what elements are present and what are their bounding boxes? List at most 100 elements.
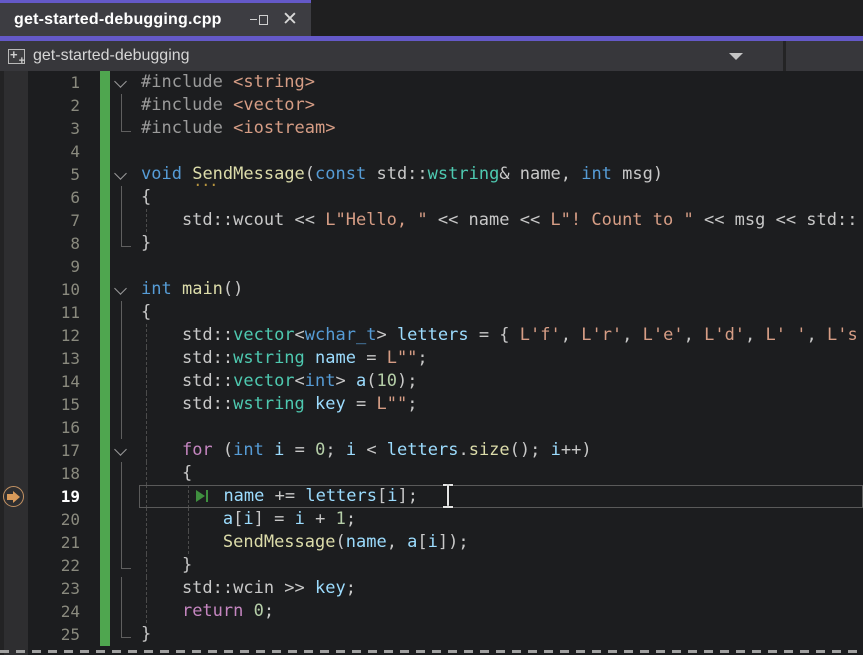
line-glyph-margin[interactable]	[0, 117, 28, 140]
line-number: 12	[28, 324, 100, 347]
code-token: std::	[366, 164, 427, 184]
code-text[interactable]: {	[141, 186, 863, 209]
code-text[interactable]: #include <vector>	[141, 94, 863, 117]
line-glyph-margin[interactable]	[0, 600, 28, 623]
code-token	[172, 279, 182, 299]
line-glyph-margin[interactable]	[0, 278, 28, 301]
close-tab-icon[interactable]: ✕	[279, 9, 301, 31]
line-glyph-margin[interactable]	[0, 255, 28, 278]
navigation-bar[interactable]: get-started-debugging	[0, 41, 863, 71]
line-glyph-margin[interactable]	[0, 554, 28, 577]
indent-guide	[146, 416, 147, 439]
indent-guide	[146, 554, 147, 577]
code-editor[interactable]: 1#include <string>2#include <vector>3#in…	[0, 71, 863, 655]
code-line: 24 return 0;	[0, 600, 863, 623]
collapse-chevron-icon[interactable]	[114, 443, 127, 456]
line-glyph-margin[interactable]	[0, 393, 28, 416]
code-text[interactable]: for (int i = 0; i < letters.size(); i++)	[141, 439, 863, 462]
code-text[interactable]: std::vector<int> a(10);	[141, 370, 863, 393]
outlining-margin[interactable]	[110, 439, 141, 462]
code-text[interactable]: std::wstring key = L"";	[141, 393, 863, 416]
line-glyph-margin[interactable]	[0, 94, 28, 117]
code-token: ,	[561, 325, 581, 345]
outlining-margin	[110, 462, 141, 485]
collapse-chevron-icon[interactable]	[114, 75, 127, 88]
outlining-margin	[110, 255, 141, 278]
line-glyph-margin[interactable]	[0, 623, 28, 646]
code-token: i	[387, 486, 397, 506]
line-glyph-margin[interactable]	[0, 301, 28, 324]
code-token: msg)	[612, 164, 663, 184]
code-text[interactable]: void SendMessage(const std::wstring& nam…	[141, 163, 863, 186]
line-glyph-margin[interactable]	[0, 439, 28, 462]
line-glyph-margin[interactable]	[0, 324, 28, 347]
line-glyph-margin[interactable]	[0, 71, 28, 94]
code-token: const	[315, 164, 366, 184]
line-glyph-margin[interactable]	[0, 508, 28, 531]
chevron-down-icon[interactable]	[729, 53, 743, 60]
outlining-margin	[110, 117, 141, 140]
outlining-margin[interactable]	[110, 163, 141, 186]
collapse-chevron-icon[interactable]	[114, 167, 127, 180]
line-glyph-margin[interactable]	[0, 370, 28, 393]
code-token	[141, 486, 192, 506]
line-glyph-margin[interactable]	[0, 186, 28, 209]
code-token: std::	[141, 371, 233, 391]
code-text[interactable]: #include <string>	[141, 71, 863, 94]
line-glyph-margin[interactable]	[0, 232, 28, 255]
line-number: 22	[28, 554, 100, 577]
code-token: ,	[387, 532, 407, 552]
code-line: 13 std::wstring name = L"";	[0, 347, 863, 370]
indent-guide	[146, 439, 147, 462]
code-token: }	[141, 233, 151, 253]
outlining-margin[interactable]	[110, 71, 141, 94]
outlining-margin	[110, 209, 141, 232]
code-text[interactable]: #include <iostream>	[141, 117, 863, 140]
line-glyph-margin[interactable]	[0, 347, 28, 370]
line-number: 25	[28, 623, 100, 646]
line-glyph-margin[interactable]	[0, 485, 28, 508]
line-glyph-margin[interactable]	[0, 140, 28, 163]
code-text[interactable]: std::wcout << L"Hello, " << name << L"! …	[141, 209, 863, 232]
change-tracking-bar	[100, 577, 110, 600]
code-text[interactable]	[141, 255, 863, 278]
line-glyph-margin[interactable]	[0, 577, 28, 600]
code-text[interactable]: {	[141, 462, 863, 485]
collapse-chevron-icon[interactable]	[114, 282, 127, 295]
line-glyph-margin[interactable]	[0, 462, 28, 485]
code-token	[213, 486, 223, 506]
code-text[interactable]: }	[141, 623, 863, 646]
pin-tab-icon[interactable]	[249, 9, 271, 31]
line-glyph-margin[interactable]	[0, 209, 28, 232]
line-glyph-margin[interactable]	[0, 416, 28, 439]
code-text[interactable]: }	[141, 232, 863, 255]
change-tracking-bar	[100, 209, 110, 232]
code-text[interactable]: return 0;	[141, 600, 863, 623]
line-glyph-margin[interactable]	[0, 163, 28, 186]
code-token: key	[315, 578, 346, 598]
code-text[interactable]: std::wstring name = L"";	[141, 347, 863, 370]
tab-get-started-debugging[interactable]: get-started-debugging.cpp ✕	[0, 0, 311, 36]
outlining-margin[interactable]	[110, 278, 141, 301]
code-token: [	[417, 532, 427, 552]
code-text[interactable]: int main()	[141, 278, 863, 301]
run-to-cursor-icon[interactable]	[192, 489, 213, 503]
code-token: }	[141, 555, 192, 575]
code-line: 23 std::wcin >> key;	[0, 577, 863, 600]
code-text[interactable]	[141, 416, 863, 439]
code-token: a	[223, 509, 233, 529]
code-text[interactable]: SendMessage(name, a[i]);	[141, 531, 863, 554]
code-text[interactable]: std::wcin >> key;	[141, 577, 863, 600]
code-token: L'd'	[704, 325, 745, 345]
code-text[interactable]: }	[141, 554, 863, 577]
line-number: 3	[28, 117, 100, 140]
code-text[interactable]: {	[141, 301, 863, 324]
line-glyph-margin[interactable]	[0, 531, 28, 554]
code-token	[141, 509, 223, 529]
code-text[interactable]: std::vector<wchar_t> letters = { L'f', L…	[141, 324, 863, 347]
code-text[interactable]: name += letters[i];	[141, 485, 863, 508]
tab-bar: get-started-debugging.cpp ✕	[0, 0, 863, 36]
code-text[interactable]: a[i] = i + 1;	[141, 508, 863, 531]
code-line: 18 {	[0, 462, 863, 485]
code-text[interactable]	[141, 140, 863, 163]
